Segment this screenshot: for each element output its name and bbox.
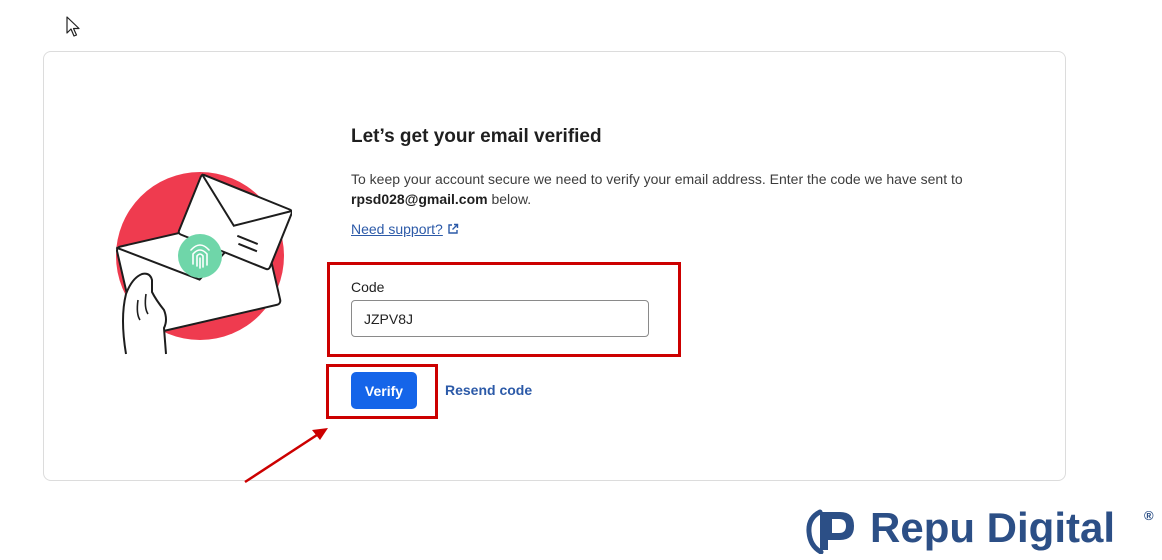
verification-instructions: To keep your account secure we need to v…	[351, 169, 1011, 209]
brand-text: Repu Digital	[870, 504, 1116, 551]
repu-digital-watermark: Repu Digital ®	[806, 504, 1158, 556]
email-address: rpsd028@gmail.com	[351, 191, 488, 207]
resend-code-link[interactable]: Resend code	[445, 382, 532, 398]
page-title: Let’s get your email verified	[351, 126, 602, 147]
verify-highlight-box	[326, 364, 438, 419]
need-support-link[interactable]: Need support?	[351, 221, 459, 237]
need-support-label: Need support?	[351, 221, 443, 237]
registered-mark: ®	[1144, 508, 1154, 523]
repu-digital-logo-icon	[806, 509, 854, 554]
mouse-cursor-icon	[66, 16, 80, 37]
external-link-icon	[448, 223, 459, 234]
instructions-suffix: below.	[487, 191, 532, 207]
instructions-text: To keep your account secure we need to v…	[351, 171, 963, 187]
annotation-arrow-icon	[244, 428, 328, 484]
email-verification-illustration	[115, 172, 292, 355]
code-highlight-box	[327, 262, 681, 357]
